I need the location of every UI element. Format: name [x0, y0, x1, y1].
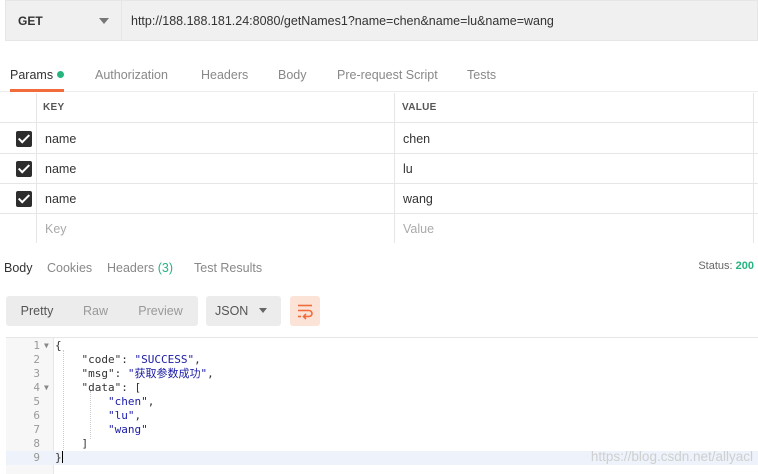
line-number: 6: [33, 409, 40, 422]
code-line: 2 "code": "SUCCESS",: [6, 353, 758, 367]
tab-headers[interactable]: Headers: [201, 58, 248, 92]
json-string: "chen": [107, 395, 148, 408]
line-number: 1: [33, 339, 40, 352]
param-row: name wang: [0, 184, 758, 214]
code-line: 1 ▼ {: [6, 339, 758, 353]
param-key[interactable]: name: [45, 124, 76, 154]
chevron-down-icon: [99, 18, 109, 24]
param-value[interactable]: wang: [403, 184, 433, 214]
code-line: 5 "chen",: [6, 395, 758, 409]
raw-button[interactable]: Raw: [68, 296, 123, 326]
checkbox-checked-icon[interactable]: [16, 131, 32, 147]
code-text: {: [55, 339, 62, 353]
tab-params[interactable]: Params: [10, 58, 65, 92]
param-value[interactable]: chen: [403, 124, 430, 154]
params-active-dot-icon: [57, 71, 65, 78]
line-number: 7: [33, 423, 40, 436]
json-string: "获取参数成功": [127, 367, 208, 380]
tab-params-label: Params: [10, 68, 54, 82]
request-tabs: Params Authorization Headers Body Pre-re…: [0, 58, 758, 92]
watermark: https://blog.csdn.net/allyacl: [590, 449, 753, 464]
tab-response-headers-label: Headers: [107, 261, 155, 275]
response-tabs: Body Cookies Headers (3) Test Results St…: [0, 253, 758, 283]
url-input[interactable]: http://188.188.181.24:8080/getNames1?nam…: [122, 0, 758, 41]
text-cursor: [61, 451, 63, 463]
response-body-editor[interactable]: 1 ▼ { 2 "code": "SUCCESS", 3 "msg": "获取参数…: [6, 337, 758, 474]
tab-cookies[interactable]: Cookies: [47, 253, 92, 283]
tab-body[interactable]: Body: [278, 58, 307, 92]
param-key[interactable]: name: [45, 184, 76, 214]
tab-response-body[interactable]: Body: [4, 253, 33, 283]
code-text: "lu",: [107, 409, 142, 422]
new-key-input[interactable]: Key: [45, 214, 67, 244]
line-number: 5: [33, 395, 40, 408]
params-header-row: KEY VALUE: [0, 93, 758, 123]
format-select[interactable]: JSON: [206, 296, 281, 326]
line-number: 4: [33, 381, 40, 394]
param-row-new: Key Value: [0, 214, 758, 244]
headers-count: (3): [157, 261, 174, 275]
line-number: 9: [33, 451, 40, 464]
format-label: JSON: [215, 304, 249, 318]
fold-arrow-icon[interactable]: ▼: [44, 339, 49, 353]
tab-response-headers[interactable]: Headers (3): [107, 253, 173, 283]
code-line: 3 "msg": "获取参数成功",: [6, 367, 758, 381]
code-text: "code": "SUCCESS",: [81, 353, 201, 366]
json-key: "data": [81, 381, 122, 394]
tab-test-results[interactable]: Test Results: [194, 253, 262, 283]
param-value[interactable]: lu: [403, 154, 413, 184]
json-string: "wang": [107, 423, 148, 436]
tab-authorization[interactable]: Authorization: [95, 58, 168, 92]
checkbox-checked-icon[interactable]: [16, 161, 32, 177]
view-mode-group: Pretty Raw Preview: [6, 296, 198, 326]
preview-button[interactable]: Preview: [123, 296, 198, 326]
fold-arrow-icon[interactable]: ▼: [44, 381, 49, 395]
code-text: "msg": "获取参数成功",: [81, 367, 214, 380]
method-label: GET: [18, 13, 43, 28]
line-number: 2: [33, 353, 40, 366]
code-text: "data": [: [81, 381, 142, 394]
brace: {: [55, 339, 62, 352]
json-key: "msg": [81, 367, 115, 380]
checkbox-checked-icon[interactable]: [16, 191, 32, 207]
line-number: 3: [33, 367, 40, 380]
code-line: 7 "wang": [6, 423, 758, 437]
bracket: [: [134, 381, 142, 394]
param-row: name chen: [0, 124, 758, 154]
code-line: 4 ▼ "data": [: [6, 381, 758, 395]
response-status: Status: 200: [698, 253, 754, 279]
param-key[interactable]: name: [45, 154, 76, 184]
code-text: ]: [55, 437, 89, 451]
param-row: name lu: [0, 154, 758, 184]
pretty-button[interactable]: Pretty: [6, 296, 68, 326]
json-key: "code": [81, 353, 122, 366]
status-label: Status:: [698, 260, 733, 272]
code-text: }: [55, 451, 63, 465]
brace: }: [55, 451, 62, 464]
key-column-header: KEY: [43, 102, 65, 113]
bracket: ]: [81, 437, 89, 450]
json-string: "lu": [107, 409, 135, 422]
method-select[interactable]: GET: [5, 0, 122, 41]
new-value-input[interactable]: Value: [403, 214, 434, 244]
code-text: "chen",: [107, 395, 155, 408]
wrap-lines-button[interactable]: [290, 296, 320, 326]
request-bar: GET http://188.188.181.24:8080/getNames1…: [5, 0, 758, 41]
chevron-down-icon: [259, 308, 267, 313]
code-line: 6 "lu",: [6, 409, 758, 423]
line-number: 8: [33, 437, 40, 450]
status-code: 200: [735, 260, 754, 272]
tab-prerequest-script[interactable]: Pre-request Script: [337, 58, 438, 92]
json-string: "SUCCESS": [134, 353, 195, 366]
tab-tests[interactable]: Tests: [467, 58, 496, 92]
code-text: "wang": [55, 423, 148, 437]
wrap-lines-icon: [298, 304, 313, 320]
value-column-header: VALUE: [402, 102, 437, 113]
